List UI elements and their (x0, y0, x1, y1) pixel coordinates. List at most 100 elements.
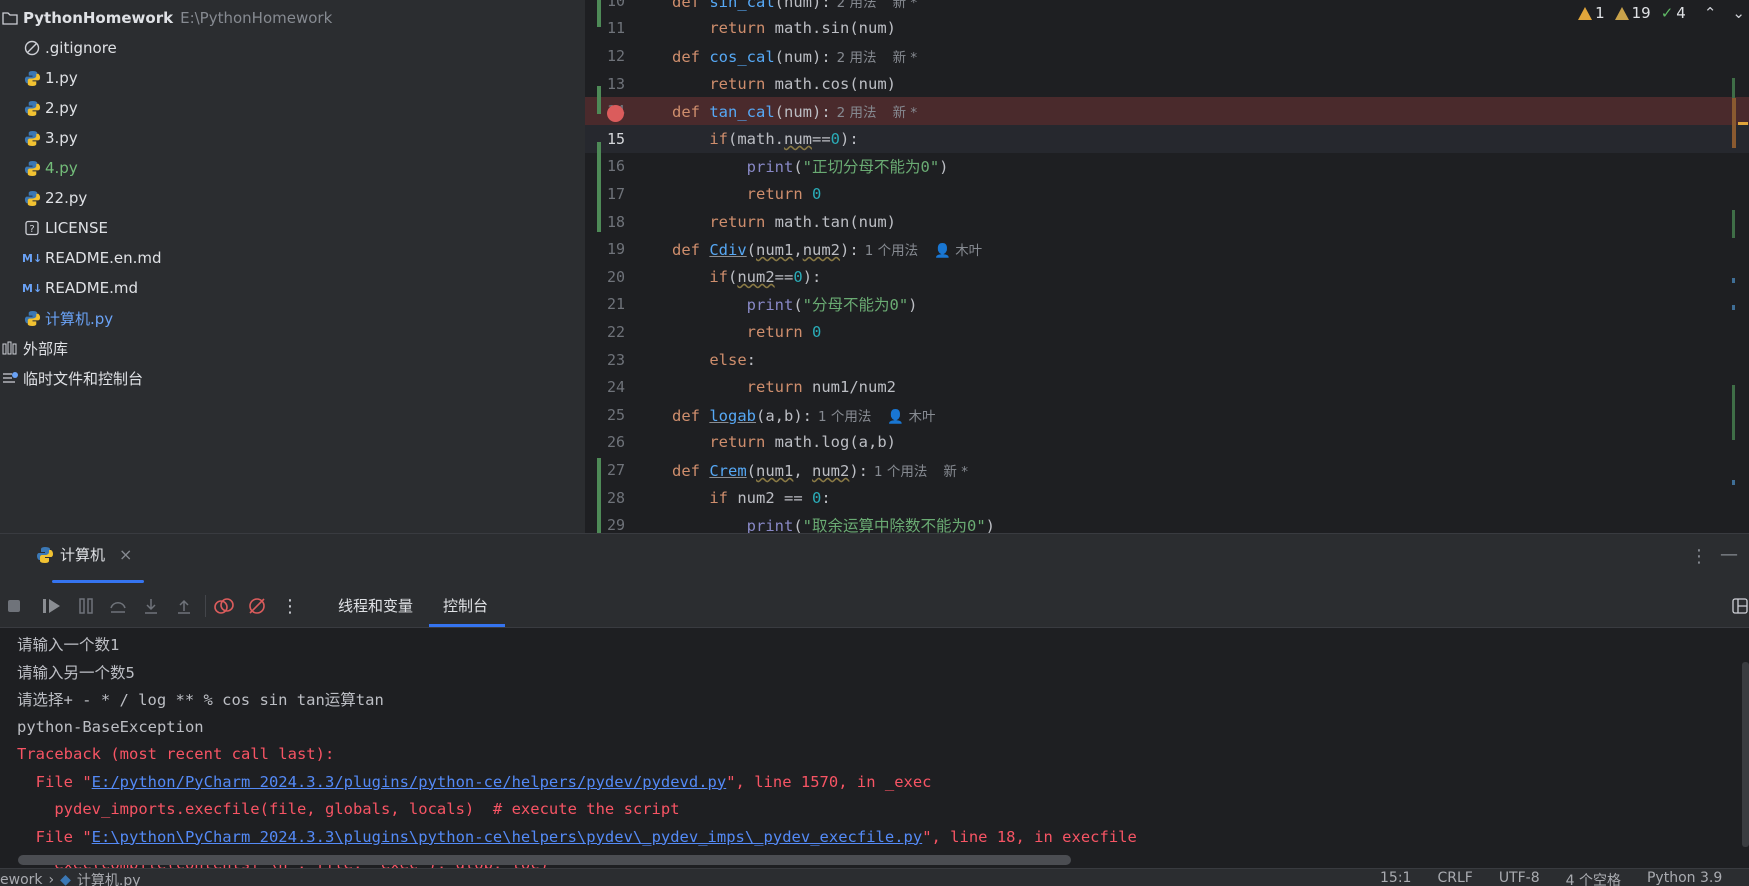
line-number[interactable]: 25 (585, 406, 625, 424)
step-out-icon[interactable] (174, 596, 194, 616)
line-number[interactable]: 16 (585, 157, 625, 175)
breadcrumb-file[interactable]: 计算机.py (77, 870, 141, 886)
line-number[interactable]: 15 (585, 130, 625, 148)
code-line[interactable]: 20 if(num2==0): (585, 263, 1749, 291)
tree-item[interactable]: 2.py (22, 93, 78, 123)
code-line[interactable]: 10 def sin_cal(num): 2 用法新 * (585, 0, 1749, 15)
function-name: Cdiv (709, 241, 747, 260)
line-number[interactable]: 21 (585, 295, 625, 313)
warning-count[interactable]: 19 (1614, 4, 1651, 22)
line-number[interactable]: 18 (585, 213, 625, 231)
more-options-icon[interactable]: ⋮ (1690, 546, 1708, 567)
code-line[interactable]: 22 return 0 (585, 318, 1749, 346)
inlay-hint[interactable]: 1 个用法 👤 木叶 (818, 409, 936, 425)
code-line[interactable]: 15 if(math.num==0): (585, 125, 1749, 153)
console-output[interactable]: 请输入一个数1 请输入另一个数5 请选择+ - * / log ** % cos… (0, 628, 1749, 868)
tree-item[interactable]: 3.py (22, 123, 78, 153)
line-number[interactable]: 26 (585, 433, 625, 451)
inlay-hint[interactable]: 1 个用法 👤 木叶 (865, 243, 983, 259)
code-line[interactable]: 21 print("分母不能为0") (585, 291, 1749, 319)
tree-item-scratches[interactable]: 临时文件和控制台 (0, 363, 143, 393)
line-number[interactable]: 29 (585, 516, 625, 533)
code-line[interactable]: 12 def cos_cal(num): 2 用法新 * (585, 42, 1749, 70)
tree-item[interactable]: 计算机.py (22, 303, 113, 333)
code-line-breakpoint[interactable]: 14def tan_cal(num):2 用法新 * (585, 97, 1749, 125)
error-count[interactable]: 1 (1578, 4, 1605, 22)
chevron-down-icon[interactable]: ⌄ (1732, 4, 1745, 22)
code-line[interactable]: 16 print("正切分母不能为0") (585, 153, 1749, 181)
inspection-widget[interactable]: 1 19 ✓ 4 ⌃ ⌄ (1578, 4, 1745, 22)
line-number[interactable]: 20 (585, 268, 625, 286)
breakpoint-icon[interactable] (607, 105, 624, 122)
line-number[interactable]: 23 (585, 351, 625, 369)
debug-session-tab[interactable]: 计算机 × (36, 544, 132, 565)
line-number[interactable]: 17 (585, 185, 625, 203)
line-number[interactable]: 28 (585, 489, 625, 507)
code-line[interactable]: 17 return 0 (585, 180, 1749, 208)
tree-item[interactable]: 22.py (22, 183, 87, 213)
tab-threads-variables[interactable]: 线程和变量 (338, 583, 413, 628)
tab-console[interactable]: 控制台 (443, 583, 488, 628)
layout-icon[interactable] (1730, 596, 1749, 616)
code-line[interactable]: 11 return math.sin(num) (585, 15, 1749, 43)
status-encoding[interactable]: UTF-8 (1499, 870, 1540, 886)
code-line[interactable]: 26 return math.log(a,b) (585, 429, 1749, 457)
code-line[interactable]: 29 print("取余运算中除数不能为0") (585, 511, 1749, 533)
line-number[interactable]: 11 (585, 19, 625, 37)
status-position[interactable]: 15:1 (1380, 870, 1411, 886)
line-number[interactable]: 19 (585, 240, 625, 258)
code-line[interactable]: 13 return math.cos(num) (585, 70, 1749, 98)
status-line-separator[interactable]: CRLF (1437, 870, 1472, 886)
horizontal-scrollbar[interactable] (18, 855, 1071, 865)
code-line[interactable]: 18 return math.tan(num) (585, 208, 1749, 236)
tree-item[interactable]: .gitignore (22, 33, 117, 63)
code-line[interactable]: 27 def Crem(num1, num2): 1 个用法新 * (585, 456, 1749, 484)
change-marker[interactable] (597, 86, 601, 114)
traceback-link[interactable]: E:/python/PyCharm 2024.3.3/plugins/pytho… (92, 773, 727, 791)
step-over-icon[interactable] (108, 596, 128, 616)
line-number[interactable]: 27 (585, 461, 625, 479)
ok-count[interactable]: ✓ 4 (1661, 4, 1686, 22)
inlay-hint[interactable]: 2 用法新 * (837, 105, 917, 121)
tree-item[interactable]: M↓ README.en.md (22, 243, 162, 273)
change-marker[interactable] (597, 458, 601, 533)
code-line[interactable]: 23 else: (585, 346, 1749, 374)
line-number[interactable]: 13 (585, 75, 625, 93)
inlay-hint[interactable]: 2 用法新 * (837, 50, 917, 66)
more-options-icon[interactable]: ⋮ (280, 596, 300, 617)
pause-icon[interactable] (76, 596, 96, 616)
tree-item[interactable]: 4.py (22, 153, 78, 183)
code-line[interactable]: 28 if num2 == 0: (585, 484, 1749, 512)
code-editor[interactable]: 10 def sin_cal(num): 2 用法新 * 11 return math… (585, 0, 1749, 533)
tree-root[interactable]: PythonHomework E:\PythonHomework (0, 3, 332, 33)
view-breakpoints-icon[interactable] (214, 596, 234, 616)
change-marker[interactable] (597, 142, 601, 232)
tree-item[interactable]: M↓ README.md (22, 273, 138, 303)
line-number[interactable]: 10 (585, 0, 625, 10)
tree-item[interactable]: 1.py (22, 63, 78, 93)
tree-item-external-libraries[interactable]: 外部库 (0, 333, 68, 363)
status-indent[interactable]: 4 个空格 (1566, 870, 1621, 886)
vertical-scrollbar[interactable] (1742, 662, 1749, 847)
stop-icon[interactable] (4, 596, 24, 616)
breadcrumb-project[interactable]: ework (0, 872, 43, 886)
scroll-marker (1732, 385, 1735, 440)
traceback-link[interactable]: E:\python\PyCharm 2024.3.3\plugins\pytho… (92, 828, 923, 846)
code-line[interactable]: 19 def Cdiv(num1,num2): 1 个用法 👤 木叶 (585, 235, 1749, 263)
mute-breakpoints-icon[interactable] (247, 596, 267, 616)
resume-icon[interactable] (42, 596, 62, 616)
inlay-hint[interactable]: 1 个用法新 * (874, 464, 968, 480)
line-number[interactable]: 22 (585, 323, 625, 341)
line-number[interactable]: 24 (585, 378, 625, 396)
minimize-icon[interactable]: — (1720, 544, 1738, 565)
inlay-hint[interactable]: 2 用法新 * (837, 0, 917, 11)
code-line[interactable]: 25 def logab(a,b): 1 个用法 👤 木叶 (585, 401, 1749, 429)
step-into-icon[interactable] (141, 596, 161, 616)
chevron-up-icon[interactable]: ⌃ (1704, 4, 1717, 22)
close-icon[interactable]: × (119, 545, 132, 564)
code-line[interactable]: 24 return num1/num2 (585, 373, 1749, 401)
line-number[interactable]: 12 (585, 47, 625, 65)
change-marker[interactable] (597, 0, 601, 27)
status-interpreter[interactable]: Python 3.9 (1647, 870, 1722, 886)
tree-item[interactable]: ? LICENSE (22, 213, 108, 243)
